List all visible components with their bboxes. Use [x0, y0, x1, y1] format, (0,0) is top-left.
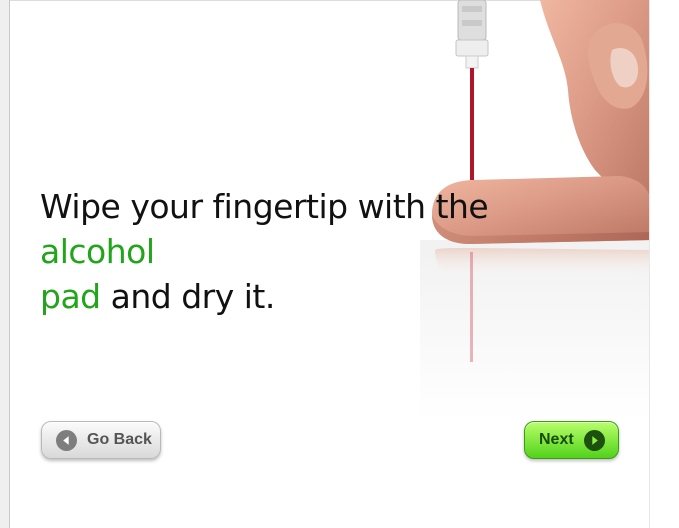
lesson-screen: Wipe your fingertip with the alcohol pad… [0, 0, 679, 528]
next-label: Next [539, 431, 574, 448]
next-button[interactable]: Next [524, 421, 619, 459]
highlight-term-alcohol: alcohol [40, 232, 155, 271]
instruction-text-part1: Wipe your fingertip with the [40, 187, 489, 226]
circle-right-arrow-icon [583, 429, 605, 451]
right-border [649, 0, 679, 528]
circle-left-arrow-icon [56, 429, 77, 451]
left-border [0, 0, 10, 528]
go-back-label: Go Back [87, 431, 152, 448]
instruction-text-part2: and dry it. [100, 277, 276, 316]
highlight-term-pad: pad [40, 277, 101, 316]
go-back-button[interactable]: Go Back [41, 421, 161, 459]
instruction-text: Wipe your fingertip with the alcohol pad… [40, 184, 600, 319]
